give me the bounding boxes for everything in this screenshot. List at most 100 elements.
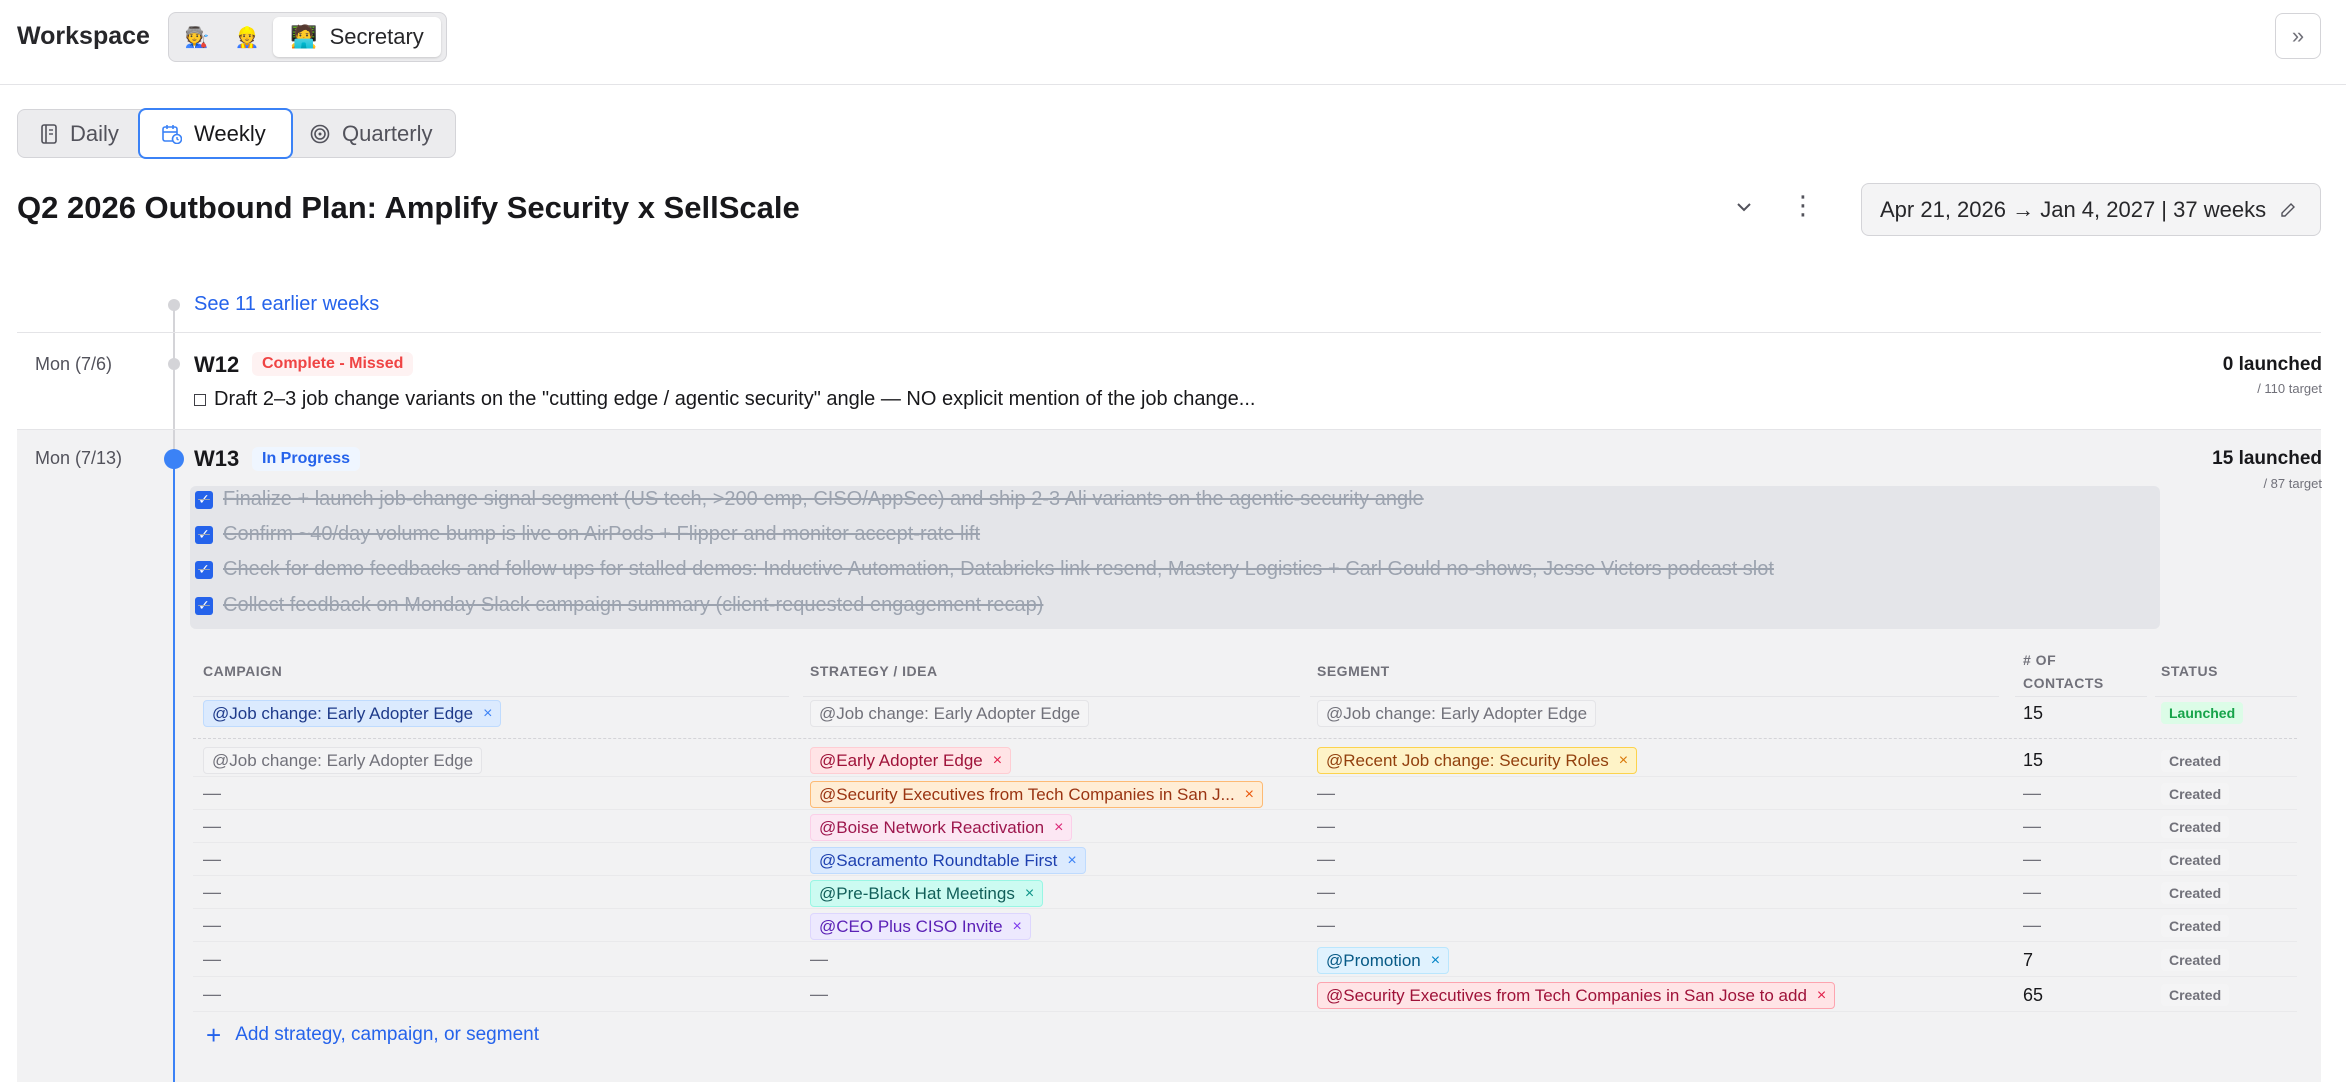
week-date: Mon (7/6) bbox=[35, 354, 113, 374]
divider bbox=[193, 776, 2297, 777]
segment-chip[interactable]: @Security Executives from Tech Companies… bbox=[1317, 982, 1836, 1009]
empty-cell: — bbox=[203, 949, 221, 969]
divider bbox=[193, 1011, 2297, 1012]
strategy-chip[interactable]: @Boise Network Reactivation × bbox=[810, 814, 1073, 841]
remove-icon[interactable]: × bbox=[1013, 918, 1022, 936]
column-header-contacts: # OF CONTACTS bbox=[2023, 649, 2104, 695]
chip-label: @Security Executives from Tech Companies… bbox=[1326, 985, 1807, 1005]
see-earlier-weeks-link[interactable]: See 11 earlier weeks bbox=[194, 293, 379, 316]
contacts-count: 15 bbox=[2023, 750, 2044, 770]
add-item-label: Add strategy, campaign, or segment bbox=[235, 1024, 539, 1045]
target-count: / 110 target bbox=[2257, 381, 2322, 396]
task-item[interactable]: ✓ Confirm ~40/day volume bump is live on… bbox=[195, 523, 980, 546]
persona-button-2[interactable]: 👷 bbox=[225, 17, 269, 57]
checkbox-checked-icon[interactable]: ✓ bbox=[195, 525, 213, 544]
task-item[interactable]: ✓ Check for demo feedbacks and follow up… bbox=[195, 558, 1774, 581]
chip-label: @Pre-Black Hat Meetings bbox=[819, 883, 1015, 903]
task-text: Collect feedback on Monday Slack campaig… bbox=[223, 594, 1044, 616]
launched-count: 15 launched bbox=[2212, 448, 2322, 469]
divider bbox=[193, 842, 2297, 843]
task-item[interactable]: ✓ Collect feedback on Monday Slack campa… bbox=[195, 594, 1043, 617]
task-item[interactable]: Draft 2–3 job change variants on the "cu… bbox=[194, 388, 1255, 411]
empty-cell: — bbox=[203, 984, 221, 1004]
notebook-icon bbox=[41, 123, 57, 144]
remove-icon[interactable]: × bbox=[1054, 819, 1063, 837]
task-item[interactable]: ✓ Finalize + launch job-change signal se… bbox=[195, 488, 1424, 511]
remove-icon[interactable]: × bbox=[1067, 852, 1076, 870]
divider bbox=[193, 976, 2297, 977]
divider bbox=[2155, 696, 2297, 697]
collapse-panel-button[interactable]: » bbox=[2275, 13, 2321, 59]
plan-title: Q2 2026 Outbound Plan: Amplify Security … bbox=[17, 190, 800, 225]
chip-label: @Job change: Early Adopter Edge bbox=[1326, 703, 1588, 723]
divider bbox=[803, 696, 1300, 697]
chip-label: @Boise Network Reactivation bbox=[819, 817, 1045, 837]
remove-icon[interactable]: × bbox=[483, 705, 492, 723]
empty-cell: — bbox=[2023, 783, 2041, 803]
remove-icon[interactable]: × bbox=[1025, 885, 1034, 903]
calendar-clock-icon bbox=[162, 124, 182, 144]
double-chevron-right-icon: » bbox=[2291, 23, 2305, 48]
strategy-chip[interactable]: @Job change: Early Adopter Edge bbox=[810, 700, 1090, 727]
status-badge: Created bbox=[2161, 783, 2230, 805]
chip-label: @Sacramento Roundtable First bbox=[819, 850, 1058, 870]
empty-cell: — bbox=[203, 882, 221, 902]
empty-cell: — bbox=[1317, 882, 1335, 902]
view-tabs: Daily Weekly Quarterly bbox=[17, 108, 456, 159]
tab-weekly[interactable]: Weekly bbox=[138, 108, 293, 159]
strategy-chip[interactable]: @Security Executives from Tech Companies… bbox=[810, 781, 1264, 808]
column-header-status: STATUS bbox=[2161, 663, 2218, 679]
tab-daily[interactable]: Daily bbox=[40, 110, 119, 157]
week-label: W12 bbox=[194, 352, 240, 377]
remove-icon[interactable]: × bbox=[1817, 987, 1826, 1005]
checkbox-unchecked-icon[interactable] bbox=[194, 393, 206, 406]
divider bbox=[193, 941, 2297, 942]
status-badge: Created bbox=[2161, 882, 2230, 904]
empty-cell: — bbox=[1317, 915, 1335, 935]
tab-weekly-label: Weekly bbox=[194, 120, 266, 146]
tab-daily-label: Daily bbox=[70, 120, 119, 146]
divider bbox=[193, 738, 2297, 739]
checkbox-checked-icon[interactable]: ✓ bbox=[195, 560, 213, 579]
column-header-campaign: CAMPAIGN bbox=[203, 663, 283, 679]
remove-icon[interactable]: × bbox=[1245, 786, 1254, 804]
chip-label: @Job change: Early Adopter Edge bbox=[212, 703, 474, 723]
column-header-segment: SEGMENT bbox=[1317, 663, 1390, 679]
workspace-title: Workspace bbox=[17, 22, 150, 50]
task-text: Check for demo feedbacks and follow ups … bbox=[223, 558, 1774, 580]
segment-chip[interactable]: @Recent Job change: Security Roles × bbox=[1317, 747, 1638, 774]
date-range-button[interactable]: Apr 21, 2026 → Jan 4, 2027 | 37 weeks bbox=[1861, 183, 2321, 236]
remove-icon[interactable]: × bbox=[1619, 752, 1628, 770]
tab-quarterly-label: Quarterly bbox=[342, 120, 433, 146]
persona-button-secretary[interactable]: 🧑‍💻 Secretary bbox=[273, 17, 441, 57]
status-badge: Created bbox=[2161, 915, 2230, 937]
empty-cell: — bbox=[203, 915, 221, 935]
segment-chip[interactable]: @Promotion × bbox=[1317, 947, 1450, 974]
strategy-chip[interactable]: @Early Adopter Edge × bbox=[810, 747, 1012, 774]
divider bbox=[2015, 696, 2147, 697]
chip-label: @Security Executives from Tech Companies… bbox=[819, 784, 1235, 804]
segment-chip[interactable]: @Job change: Early Adopter Edge bbox=[1317, 700, 1597, 727]
contacts-count: 7 bbox=[2023, 950, 2034, 970]
checkbox-checked-icon[interactable]: ✓ bbox=[195, 490, 213, 509]
add-item-button[interactable]: + Add strategy, campaign, or segment bbox=[206, 1022, 539, 1048]
timeline-dot-w13 bbox=[164, 449, 184, 469]
campaign-chip[interactable]: @Job change: Early Adopter Edge × bbox=[203, 700, 502, 727]
chevron-down-icon[interactable] bbox=[1735, 196, 1753, 219]
strategy-chip[interactable]: @Sacramento Roundtable First × bbox=[810, 847, 1086, 874]
strategy-chip[interactable]: @Pre-Black Hat Meetings × bbox=[810, 880, 1044, 907]
persona-button-1[interactable]: 🧑‍🏭 bbox=[175, 17, 219, 57]
empty-cell: — bbox=[810, 949, 828, 969]
empty-cell: — bbox=[203, 783, 221, 803]
remove-icon[interactable]: × bbox=[993, 752, 1002, 770]
column-header-contacts-line2: CONTACTS bbox=[2023, 675, 2104, 691]
campaign-chip[interactable]: @Job change: Early Adopter Edge bbox=[203, 747, 483, 774]
pencil-icon bbox=[2281, 202, 2296, 217]
empty-cell: — bbox=[2023, 882, 2041, 902]
checkbox-checked-icon[interactable]: ✓ bbox=[195, 596, 213, 615]
more-options-icon[interactable]: ⋮ bbox=[1790, 192, 1816, 218]
remove-icon[interactable]: × bbox=[1431, 952, 1440, 970]
tab-quarterly[interactable]: Quarterly bbox=[310, 110, 432, 157]
divider bbox=[193, 809, 2297, 810]
strategy-chip[interactable]: @CEO Plus CISO Invite × bbox=[810, 913, 1031, 940]
